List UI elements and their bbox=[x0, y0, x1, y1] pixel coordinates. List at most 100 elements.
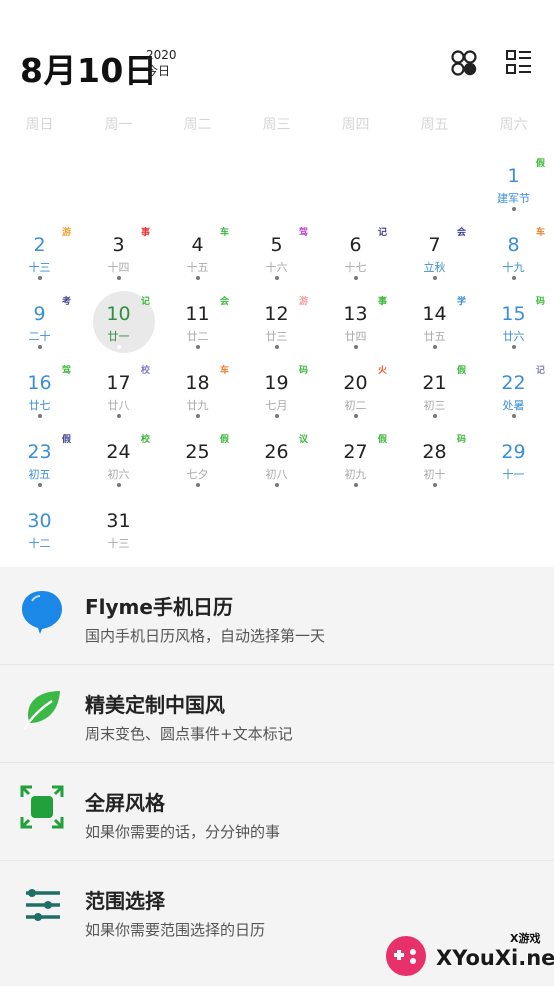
year-label: 2020 bbox=[146, 48, 177, 62]
lunar-label: 十一 bbox=[502, 468, 525, 481]
day-cell[interactable]: 14 廿五学 bbox=[395, 286, 474, 355]
feature-desc: 如果你需要范围选择的日历 bbox=[85, 921, 266, 939]
day-cell[interactable]: 16 廿七驾 bbox=[0, 355, 79, 424]
day-cell[interactable]: 19 七月码 bbox=[237, 355, 316, 424]
day-cell[interactable]: 26 初八议 bbox=[237, 424, 316, 493]
event-dot bbox=[37, 483, 42, 487]
feature-item-chinese-style[interactable]: 精美定制中国风 周末变色、圆点事件+文本标记 bbox=[0, 665, 554, 763]
lunar-label: 十五 bbox=[186, 261, 209, 274]
day-number: 30 bbox=[27, 510, 52, 532]
day-cell[interactable]: 24 初六校 bbox=[79, 424, 158, 493]
day-cell-today[interactable]: 10 廿一记 bbox=[79, 286, 158, 355]
event-tag: 车 bbox=[535, 228, 545, 238]
lunar-label: 十九 bbox=[502, 261, 525, 274]
list-view-icon[interactable] bbox=[504, 48, 534, 78]
event-dot bbox=[195, 276, 200, 280]
lunar-label: 廿七 bbox=[28, 399, 51, 412]
lunar-label: 七月 bbox=[265, 399, 288, 412]
event-tag: 码 bbox=[535, 297, 545, 307]
feature-title: 范围选择 bbox=[85, 889, 165, 913]
lunar-label: 十二 bbox=[28, 537, 51, 550]
lunar-label: 十七 bbox=[344, 261, 367, 274]
event-tag: 考 bbox=[61, 297, 71, 307]
day-number: 29 bbox=[501, 441, 526, 463]
day-cell[interactable]: 6 十七记 bbox=[316, 217, 395, 286]
feature-title: Flyme手机日历 bbox=[85, 595, 233, 619]
weekday-label: 周五 bbox=[420, 117, 449, 133]
site-watermark: X游戏 XYouXi.net bbox=[380, 928, 554, 982]
day-cell[interactable]: 7 立秋会 bbox=[395, 217, 474, 286]
day-cell[interactable]: 25 七夕假 bbox=[158, 424, 237, 493]
day-cell[interactable]: 30 十二 bbox=[0, 493, 79, 562]
feature-title: 精美定制中国风 bbox=[85, 693, 225, 717]
event-dot bbox=[353, 483, 358, 487]
event-tag: 事 bbox=[140, 228, 150, 238]
fullscreen-icon bbox=[18, 783, 66, 831]
lunar-label: 十四 bbox=[107, 261, 130, 274]
event-dot bbox=[511, 207, 516, 211]
feature-item-fullscreen[interactable]: 全屏风格 如果你需要的话，分分钟的事 bbox=[0, 763, 554, 861]
event-dot bbox=[274, 414, 279, 418]
event-dot bbox=[274, 483, 279, 487]
event-tag: 会 bbox=[219, 297, 229, 307]
day-cell[interactable]: 11 廿二会 bbox=[158, 286, 237, 355]
gamepad-logo-icon bbox=[384, 934, 428, 978]
day-cell[interactable]: 23 初五假 bbox=[0, 424, 79, 493]
clover-apps-icon[interactable] bbox=[449, 48, 479, 78]
day-cell[interactable]: 15 廿六码 bbox=[474, 286, 553, 355]
event-dot bbox=[511, 345, 516, 349]
day-cell[interactable]: 17 廿八校 bbox=[79, 355, 158, 424]
day-cell[interactable]: 22 处暑记 bbox=[474, 355, 553, 424]
event-tag: 记 bbox=[535, 366, 545, 376]
event-dot bbox=[195, 414, 200, 418]
day-cell[interactable]: 18 廿九车 bbox=[158, 355, 237, 424]
event-tag: 码 bbox=[456, 435, 466, 445]
day-cell[interactable]: 8 十九车 bbox=[474, 217, 553, 286]
event-dot bbox=[353, 345, 358, 349]
lunar-label: 廿五 bbox=[423, 330, 446, 343]
lunar-label: 处暑 bbox=[502, 399, 525, 412]
day-cell[interactable]: 5 十六驾 bbox=[237, 217, 316, 286]
weekday-label: 周四 bbox=[341, 117, 370, 133]
day-cell[interactable]: 31 十三 bbox=[79, 493, 158, 562]
event-tag: 假 bbox=[535, 159, 545, 169]
day-cell[interactable]: 3 十四事 bbox=[79, 217, 158, 286]
lunar-label: 初十 bbox=[423, 468, 446, 481]
day-cell[interactable]: 2 十三游 bbox=[0, 217, 79, 286]
event-dot bbox=[195, 483, 200, 487]
weekday-label: 周三 bbox=[262, 117, 291, 133]
watermark-badge: X游戏 bbox=[510, 932, 541, 945]
day-cell[interactable]: 12 廿三游 bbox=[237, 286, 316, 355]
lunar-label: 十三 bbox=[28, 261, 51, 274]
day-cell[interactable]: 28 初十码 bbox=[395, 424, 474, 493]
event-dot bbox=[511, 276, 516, 280]
day-cell[interactable]: 21 初三假 bbox=[395, 355, 474, 424]
event-dot bbox=[432, 414, 437, 418]
current-date-title[interactable]: 8月10日 bbox=[20, 44, 157, 92]
year-today-block[interactable]: 2020 今日 bbox=[146, 47, 177, 79]
lunar-label: 初五 bbox=[28, 468, 51, 481]
day-cell[interactable]: 20 初二火 bbox=[316, 355, 395, 424]
event-tag: 记 bbox=[140, 297, 150, 307]
event-dot bbox=[432, 345, 437, 349]
event-tag: 驾 bbox=[298, 228, 308, 238]
feature-item-flyme[interactable]: Flyme手机日历 国内手机日历风格，自动选择第一天 bbox=[0, 567, 554, 665]
day-cell[interactable]: 13 廿四事 bbox=[316, 286, 395, 355]
range-select-icon bbox=[18, 881, 66, 929]
lunar-label: 初六 bbox=[107, 468, 130, 481]
event-tag: 游 bbox=[61, 228, 71, 238]
event-dot bbox=[432, 276, 437, 280]
event-tag: 码 bbox=[298, 366, 308, 376]
day-cell[interactable]: 9 二十考 bbox=[0, 286, 79, 355]
day-cell[interactable]: 29 十一 bbox=[474, 424, 553, 493]
day-cell[interactable]: 27 初九假 bbox=[316, 424, 395, 493]
calendar-header: 8月10日 2020 今日 bbox=[0, 0, 554, 110]
event-tag: 校 bbox=[140, 366, 150, 376]
event-tag: 假 bbox=[219, 435, 229, 445]
event-dot bbox=[274, 276, 279, 280]
day-cell[interactable]: 1 建军节假 bbox=[474, 148, 553, 217]
green-leaf-icon bbox=[18, 685, 66, 733]
lunar-label: 初八 bbox=[265, 468, 288, 481]
day-cell[interactable]: 4 十五车 bbox=[158, 217, 237, 286]
lunar-label: 初二 bbox=[344, 399, 367, 412]
